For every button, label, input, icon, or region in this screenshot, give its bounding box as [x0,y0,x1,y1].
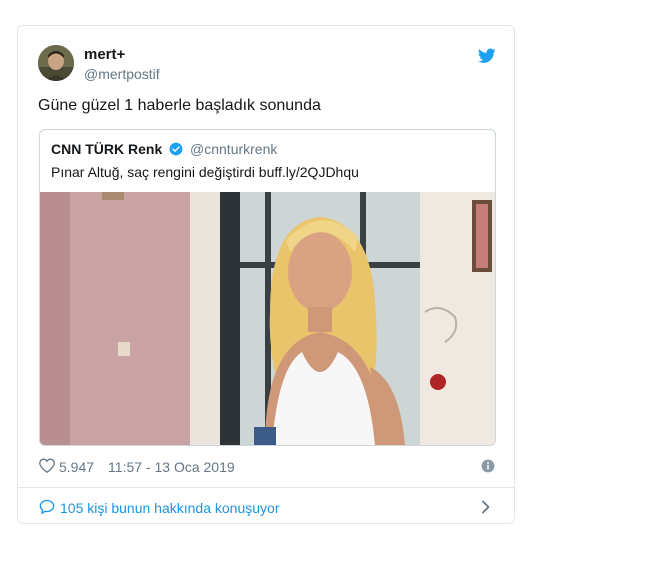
tweet-text: Güne güzel 1 haberle başladık sonunda [38,97,321,114]
quoted-tweet-text: Pınar Altuğ, saç rengini değiştirdi buff… [51,164,359,180]
embedded-tweet-card: mert+ @mertpostif Güne güzel 1 haberle b… [17,25,515,524]
info-icon[interactable] [481,459,495,478]
reply-bubble-icon [39,499,55,517]
conversation-link[interactable]: 105 kişi bunun hakkında konuşuyor [39,499,279,517]
twitter-bird-icon[interactable] [477,48,496,64]
chevron-right-icon[interactable] [481,500,491,519]
quoted-author-handle[interactable]: @cnnturkrenk [190,141,277,157]
author-name[interactable]: mert+ [84,46,125,63]
conversation-text[interactable]: 105 kişi bunun hakkında konuşuyor [60,500,279,516]
tweet-timestamp[interactable]: 11:57 - 13 Oca 2019 [108,459,235,475]
verified-badge-icon [169,142,183,159]
quoted-tweet[interactable]: CNN TÜRK Renk @cnnturkrenk Pınar Altuğ, … [39,129,496,446]
like-count[interactable]: 5.947 [59,459,94,475]
quoted-tweet-image[interactable] [40,192,495,445]
quoted-author-name[interactable]: CNN TÜRK Renk [51,141,162,157]
author-handle[interactable]: @mertpostif [84,66,160,82]
tweet-meta: 5.947 11:57 - 13 Oca 2019 [39,458,235,476]
heart-icon[interactable] [39,458,55,476]
avatar[interactable] [38,45,74,81]
quoted-tweet-header: CNN TÜRK Renk @cnnturkrenk [51,141,277,159]
divider [18,487,514,488]
